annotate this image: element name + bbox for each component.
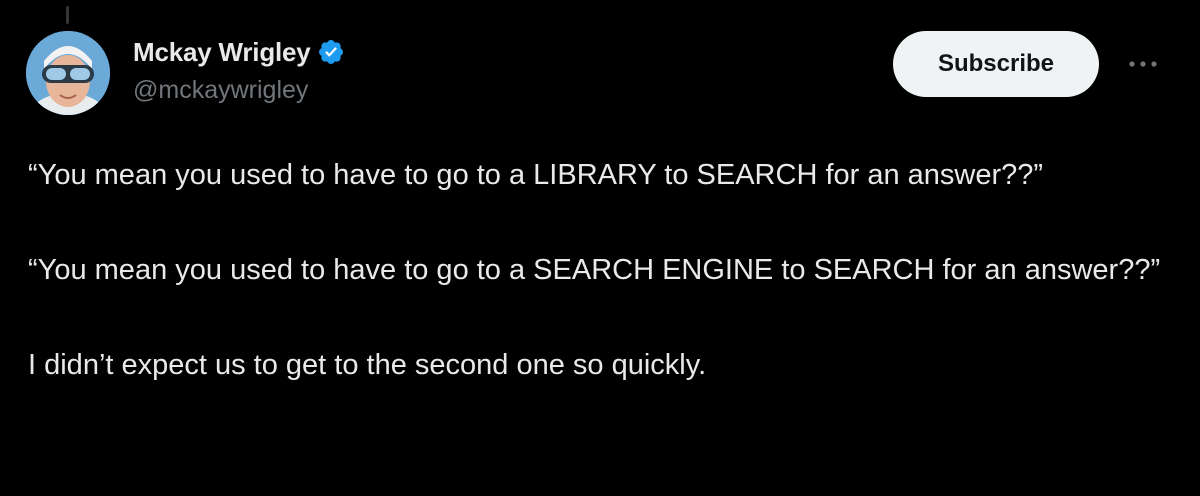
subscribe-button[interactable]: Subscribe (893, 31, 1099, 97)
tweet-author: Mckay Wrigley @mckaywrigley (133, 35, 345, 105)
tweet-paragraph: “You mean you used to have to go to a LI… (28, 159, 1044, 191)
more-horizontal-icon (1129, 61, 1157, 67)
author-name-row: Mckay Wrigley (133, 35, 345, 69)
tweet-paragraph: I didn’t expect us to get to the second … (28, 349, 707, 381)
author-handle[interactable]: @mckaywrigley (133, 76, 345, 105)
more-options-button[interactable] (1123, 50, 1163, 78)
author-display-name[interactable]: Mckay Wrigley (133, 37, 311, 68)
verified-badge-icon[interactable] (317, 38, 345, 66)
avatar-image (26, 31, 110, 115)
thread-connector-line (66, 6, 69, 24)
tweet-paragraph: “You mean you used to have to go to a SE… (28, 254, 1161, 286)
tweet-text: “You mean you used to have to go to a LI… (28, 152, 1168, 389)
avatar[interactable] (26, 31, 110, 115)
